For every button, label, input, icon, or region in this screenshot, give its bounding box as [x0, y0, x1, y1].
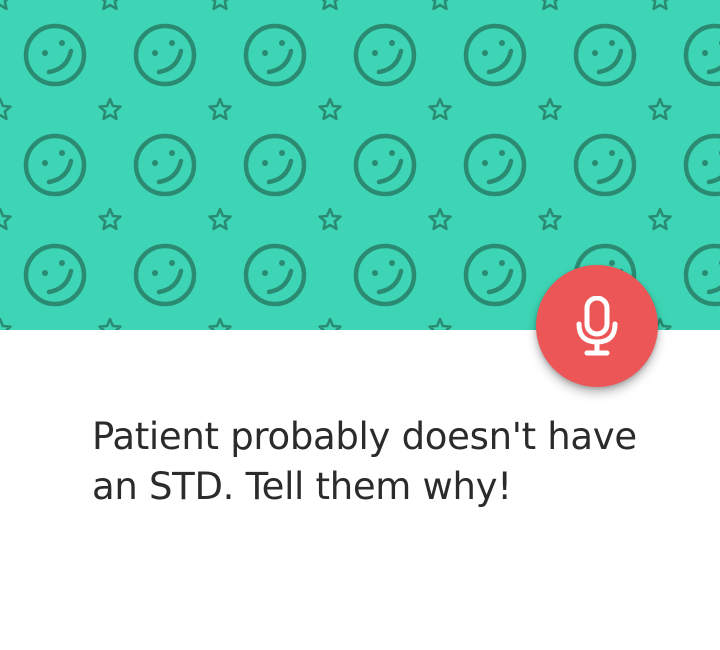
microphone-button[interactable]: [536, 265, 658, 387]
prompt-text: Patient probably doesn't have an STD. Te…: [92, 415, 637, 508]
microphone-icon: [576, 296, 618, 356]
voice-prompt-screen: Patient probably doesn't have an STD. Te…: [0, 0, 720, 650]
